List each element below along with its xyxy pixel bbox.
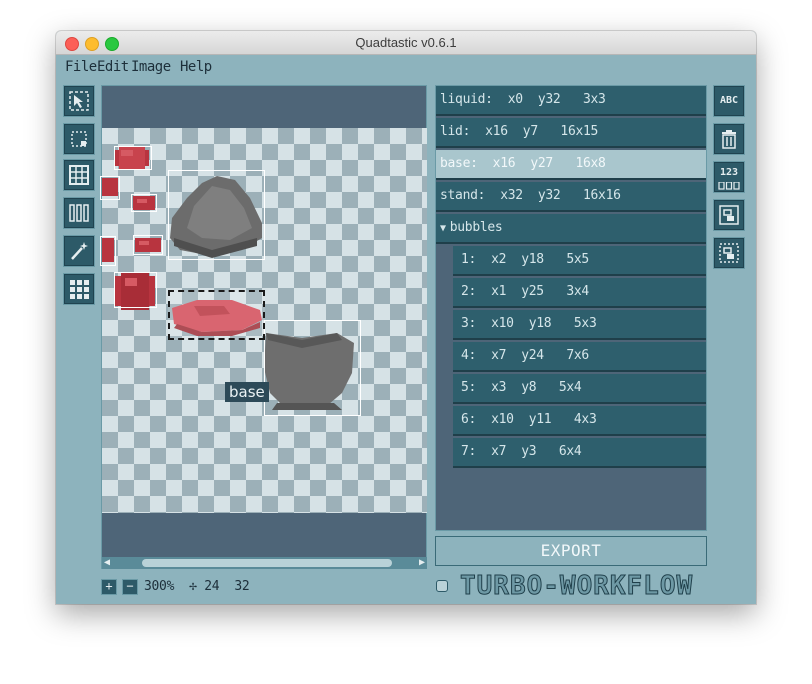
magic-wand-icon [71, 242, 88, 260]
window-title: Quadtastic v0.6.1 [355, 35, 457, 50]
title-bar: Quadtastic v0.6.1 [56, 31, 756, 55]
list-item-bubble-2[interactable]: 2: x1 y25 3x4 [453, 278, 706, 308]
image-canvas[interactable]: base ◀ ▶ [100, 85, 427, 569]
turbo-workflow-label-outline: TURBO-WORKFLOW [459, 571, 694, 602]
sort-bars-icon [718, 182, 740, 190]
rename-icon: ABC [719, 95, 739, 106]
quad-outline-bubble-4[interactable] [114, 272, 157, 308]
list-item-bubble-1[interactable]: 1: x2 y18 5x5 [453, 246, 706, 276]
quad-label: 3: x10 y18 5x3 [461, 316, 597, 331]
cursor-select-icon [69, 91, 89, 111]
select-tool-button[interactable] [63, 85, 95, 117]
list-item-bubble-6[interactable]: 6: x10 y11 4x3 [453, 406, 706, 436]
menu-help[interactable]: Help [180, 59, 212, 75]
create-tool-button[interactable] [63, 123, 95, 155]
list-item-quad[interactable]: stand: x32 y32 16x16 [436, 182, 706, 212]
scrollbar-thumb[interactable] [142, 559, 392, 567]
quad-label: bubbles [449, 220, 503, 235]
quad-label: 7: x7 y3 6x4 [461, 444, 582, 459]
sort-numbers-icon: 123 [719, 167, 739, 178]
quad-label: 1: x2 y18 5x5 [461, 252, 589, 267]
quad-outline-bubble-3[interactable] [133, 235, 163, 255]
quad-list[interactable]: liquid: x0 y32 3x3 lid: x16 y7 16x15 base:… [435, 85, 707, 531]
list-item-quad[interactable]: lid: x16 y7 16x15 [436, 118, 706, 148]
quad-outline-bubble-2[interactable] [100, 236, 116, 266]
quad-outline-lid[interactable] [168, 170, 265, 260]
tiles-tool-button[interactable] [63, 273, 95, 305]
sort-button[interactable]: 123 [713, 161, 745, 193]
zoom-in-button[interactable]: + [101, 579, 117, 595]
rename-button[interactable]: ABC [713, 85, 745, 117]
expand-arrow-icon[interactable]: ▼ [440, 215, 446, 243]
group-button[interactable] [713, 199, 745, 231]
quad-label: 2: x1 y25 3x4 [461, 284, 589, 299]
scroll-right-icon[interactable]: ▶ [419, 557, 425, 569]
list-item-bubble-7[interactable]: 7: x7 y3 6x4 [453, 438, 706, 468]
menu-file[interactable]: File [65, 59, 97, 75]
quad-label: lid: x16 y7 16x15 [440, 124, 599, 139]
list-item-bubble-4[interactable]: 4: x7 y24 7x6 [453, 342, 706, 372]
columns-icon [69, 204, 89, 222]
tile-grid-icon [70, 280, 89, 299]
ungroup-icon [719, 243, 739, 263]
list-item-quad[interactable]: liquid: x0 y32 3x3 [436, 86, 706, 116]
strips-tool-button[interactable] [63, 197, 95, 229]
app-window: Quadtastic v0.6.1 File Edit Image Help b… [56, 31, 756, 604]
selected-quad-tooltip: base [225, 382, 269, 402]
list-item-bubble-3[interactable]: 3: x10 y18 5x3 [453, 310, 706, 340]
wand-tool-button[interactable] [63, 235, 95, 267]
quad-label: base: x16 y27 16x8 [440, 156, 606, 171]
quad-label: stand: x32 y32 16x16 [440, 188, 621, 203]
trash-icon [722, 130, 736, 149]
quad-label: liquid: x0 y32 3x3 [440, 92, 606, 107]
zoom-and-cursor-readout: 300% ✢ 24 32 [144, 579, 250, 594]
quad-outline-bubble-6[interactable] [131, 194, 157, 212]
create-rect-icon [71, 131, 87, 147]
menu-edit[interactable]: Edit [97, 59, 129, 75]
quad-label: 5: x3 y8 5x4 [461, 380, 582, 395]
quad-label: 6: x10 y11 4x3 [461, 412, 597, 427]
quad-label: 4: x7 y24 7x6 [461, 348, 589, 363]
turbo-workflow-checkbox[interactable] [436, 580, 448, 592]
quad-outline-base-selected[interactable] [168, 290, 265, 340]
grid-tool-button[interactable] [63, 159, 95, 191]
transparency-checkerboard[interactable]: base [100, 128, 427, 513]
group-icon [719, 205, 739, 225]
export-button[interactable]: EXPORT [435, 536, 707, 566]
list-item-quad[interactable]: base: x16 y27 16x8 [436, 150, 706, 180]
quad-outline-bubble-7[interactable] [114, 146, 152, 170]
scroll-left-icon[interactable]: ◀ [104, 557, 110, 569]
quad-outline-stand[interactable] [264, 320, 361, 416]
quad-outline-bubble-5[interactable] [100, 176, 120, 200]
list-group-bubbles[interactable]: ▼ bubbles [436, 214, 706, 244]
delete-button[interactable] [713, 123, 745, 155]
menu-image[interactable]: Image [131, 59, 171, 75]
horizontal-scrollbar[interactable]: ◀ ▶ [102, 557, 427, 569]
zoom-out-button[interactable]: − [122, 579, 138, 595]
grid-icon [69, 165, 89, 185]
group-indent-gutter [436, 246, 453, 470]
list-item-bubble-5[interactable]: 5: x3 y8 5x4 [453, 374, 706, 404]
ungroup-button[interactable] [713, 237, 745, 269]
